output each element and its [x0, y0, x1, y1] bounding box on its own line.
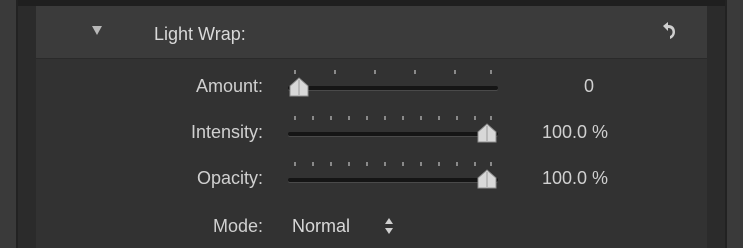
slider-tick	[366, 162, 368, 166]
intensity-slider-track[interactable]	[288, 132, 498, 136]
amount-slider[interactable]	[288, 66, 498, 97]
up-down-arrows-icon[interactable]	[384, 217, 394, 235]
slider-tick	[366, 116, 368, 120]
slider-tick	[294, 70, 296, 74]
slider-tick	[456, 116, 458, 120]
slider-tick	[348, 116, 350, 120]
opacity-slider-track[interactable]	[288, 178, 498, 182]
opacity-slider-knob[interactable]	[476, 169, 498, 189]
amount-row: Amount: 0	[36, 66, 707, 106]
disclosure-triangle-down-icon[interactable]	[92, 26, 102, 35]
slider-tick	[294, 116, 296, 120]
mode-value: Normal	[292, 216, 351, 236]
slider-tick	[454, 70, 456, 74]
intensity-slider-knob[interactable]	[476, 123, 498, 143]
mode-label: Mode:	[212, 216, 263, 236]
amount-value[interactable]: 0	[584, 76, 594, 97]
left-gutter	[0, 0, 18, 248]
slider-tick	[438, 116, 440, 120]
panel-title: Light Wrap:	[154, 24, 246, 45]
opacity-row: Opacity: 100.0 %	[36, 158, 707, 198]
amount-slider-track[interactable]	[288, 86, 498, 90]
slider-tick	[456, 162, 458, 166]
slider-tick	[334, 70, 336, 74]
mode-row: Mode: Normal	[36, 204, 707, 244]
slider-tick	[490, 70, 492, 74]
amount-slider-ticks	[294, 70, 492, 76]
slider-tick	[294, 162, 296, 166]
slider-tick	[402, 116, 404, 120]
slider-tick	[474, 162, 476, 166]
opacity-label: Opacity:	[196, 168, 263, 188]
slider-tick	[312, 116, 314, 120]
slider-tick	[374, 70, 376, 74]
intensity-value[interactable]: 100.0 %	[542, 122, 608, 143]
opacity-value[interactable]: 100.0 %	[542, 168, 608, 189]
light-wrap-header[interactable]: Light Wrap:	[36, 6, 707, 59]
opacity-slider[interactable]	[288, 158, 498, 189]
slider-tick	[474, 116, 476, 120]
slider-tick	[384, 162, 386, 166]
opacity-slider-ticks	[294, 162, 492, 168]
slider-tick	[402, 162, 404, 166]
slider-tick	[490, 116, 492, 120]
intensity-slider-ticks	[294, 116, 492, 122]
mode-popup[interactable]: Normal	[292, 216, 350, 237]
slider-tick	[330, 162, 332, 166]
slider-tick	[438, 162, 440, 166]
reset-arrow-icon[interactable]	[657, 20, 679, 42]
panel-title-colon: :	[240, 24, 246, 44]
intensity-row: Intensity: 100.0 %	[36, 112, 707, 152]
right-gutter	[725, 0, 743, 248]
slider-tick	[420, 116, 422, 120]
light-wrap-panel: Light Wrap: Amount: 0 Intensity: 100.0 %…	[36, 6, 707, 248]
intensity-label: Intensity:	[190, 122, 263, 142]
slider-tick	[330, 116, 332, 120]
slider-tick	[490, 162, 492, 166]
intensity-slider[interactable]	[288, 112, 498, 143]
slider-tick	[384, 116, 386, 120]
amount-label: Amount:	[195, 76, 263, 96]
slider-tick	[420, 162, 422, 166]
amount-slider-knob[interactable]	[288, 77, 310, 97]
panel-title-text: Light Wrap	[154, 24, 241, 44]
slider-tick	[312, 162, 314, 166]
slider-tick	[348, 162, 350, 166]
slider-tick	[414, 70, 416, 74]
